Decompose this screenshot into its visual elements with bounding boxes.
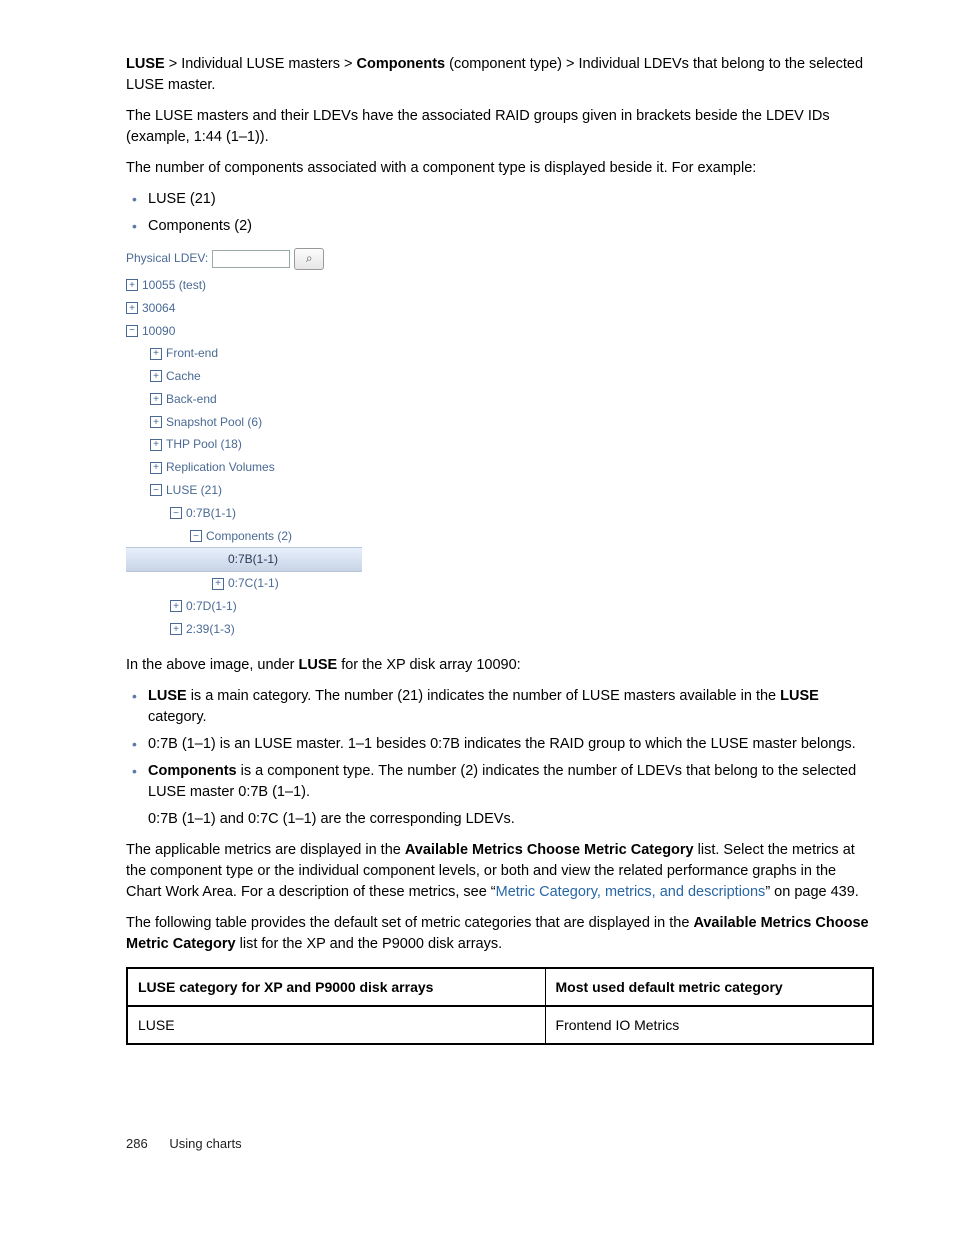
ldev-tree: Physical LDEV: ⌕ +10055 (test) +30064 −1… bbox=[126, 247, 362, 641]
tree-node-snapshot[interactable]: +Snapshot Pool (6) bbox=[126, 411, 362, 434]
table-cell: Frontend IO Metrics bbox=[545, 1006, 873, 1044]
list-item: Components (2) bbox=[126, 216, 874, 237]
tree-node-selected[interactable]: 0:7B(1-1) bbox=[126, 547, 362, 572]
tree-node-components[interactable]: −Components (2) bbox=[126, 525, 362, 548]
table-header: Most used default metric category bbox=[545, 968, 873, 1006]
metric-category-link[interactable]: Metric Category, metrics, and descriptio… bbox=[496, 884, 766, 900]
tree-node-luse[interactable]: −LUSE (21) bbox=[126, 479, 362, 502]
chapter-title: Using charts bbox=[169, 1136, 241, 1151]
expand-icon[interactable]: + bbox=[150, 348, 162, 360]
expand-icon[interactable]: + bbox=[126, 279, 138, 291]
expand-icon[interactable]: + bbox=[150, 393, 162, 405]
list-item-sub: 0:7B (1–1) and 0:7C (1–1) are the corres… bbox=[148, 809, 874, 830]
tree-node-thp[interactable]: +THP Pool (18) bbox=[126, 433, 362, 456]
breadcrumb-line: LUSE > Individual LUSE masters > Compone… bbox=[126, 54, 874, 96]
search-icon: ⌕ bbox=[306, 247, 313, 270]
list-item: 0:7B (1–1) is an LUSE master. 1–1 beside… bbox=[126, 734, 874, 755]
collapse-icon[interactable]: − bbox=[150, 484, 162, 496]
tree-node-07b[interactable]: −0:7B(1-1) bbox=[126, 502, 362, 525]
table-header: LUSE category for XP and P9000 disk arra… bbox=[127, 968, 545, 1006]
tree-node-backend[interactable]: +Back-end bbox=[126, 388, 362, 411]
expand-icon[interactable]: + bbox=[150, 370, 162, 382]
physical-ldev-input[interactable] bbox=[212, 250, 290, 268]
page-number: 286 bbox=[126, 1136, 148, 1151]
paragraph-metrics: The applicable metrics are displayed in … bbox=[126, 840, 874, 903]
tree-node-07c[interactable]: +0:7C(1-1) bbox=[126, 572, 362, 595]
table-header-row: LUSE category for XP and P9000 disk arra… bbox=[127, 968, 873, 1006]
page-footer: 286 Using charts bbox=[126, 1135, 874, 1154]
paragraph-raid: The LUSE masters and their LDEVs have th… bbox=[126, 106, 874, 148]
paragraph-above-image: In the above image, under LUSE for the X… bbox=[126, 655, 874, 676]
tree-search-row: Physical LDEV: ⌕ bbox=[126, 247, 362, 270]
tree-node-10055[interactable]: +10055 (test) bbox=[126, 274, 362, 297]
breadcrumb-luse: LUSE bbox=[126, 56, 165, 72]
tree-node-10090[interactable]: −10090 bbox=[126, 320, 362, 343]
tree-node-30064[interactable]: +30064 bbox=[126, 297, 362, 320]
tree-node-cache[interactable]: +Cache bbox=[126, 365, 362, 388]
table-row: LUSE Frontend IO Metrics bbox=[127, 1006, 873, 1044]
list-item: LUSE (21) bbox=[126, 189, 874, 210]
tree-search-label: Physical LDEV: bbox=[126, 247, 208, 270]
breadcrumb-components: Components bbox=[357, 56, 446, 72]
expand-icon[interactable]: + bbox=[126, 302, 138, 314]
paragraph-count: The number of components associated with… bbox=[126, 158, 874, 179]
expand-icon[interactable]: + bbox=[170, 623, 182, 635]
paragraph-table-intro: The following table provides the default… bbox=[126, 913, 874, 955]
collapse-icon[interactable]: − bbox=[170, 507, 182, 519]
tree-node-239[interactable]: +2:39(1-3) bbox=[126, 618, 362, 641]
tree-node-replication[interactable]: +Replication Volumes bbox=[126, 456, 362, 479]
collapse-icon[interactable]: − bbox=[190, 530, 202, 542]
expand-icon[interactable]: + bbox=[212, 578, 224, 590]
expand-icon[interactable]: + bbox=[150, 439, 162, 451]
search-button[interactable]: ⌕ bbox=[294, 248, 324, 270]
tree-node-07d[interactable]: +0:7D(1-1) bbox=[126, 595, 362, 618]
collapse-icon[interactable]: − bbox=[126, 325, 138, 337]
example-list: LUSE (21) Components (2) bbox=[126, 189, 874, 237]
description-list: LUSE is a main category. The number (21)… bbox=[126, 686, 874, 830]
expand-icon[interactable]: + bbox=[150, 462, 162, 474]
expand-icon[interactable]: + bbox=[170, 600, 182, 612]
expand-icon[interactable]: + bbox=[150, 416, 162, 428]
tree-node-frontend[interactable]: +Front-end bbox=[126, 342, 362, 365]
metrics-table: LUSE category for XP and P9000 disk arra… bbox=[126, 967, 874, 1046]
list-item: LUSE is a main category. The number (21)… bbox=[126, 686, 874, 728]
table-cell: LUSE bbox=[127, 1006, 545, 1044]
list-item: Components is a component type. The numb… bbox=[126, 761, 874, 830]
